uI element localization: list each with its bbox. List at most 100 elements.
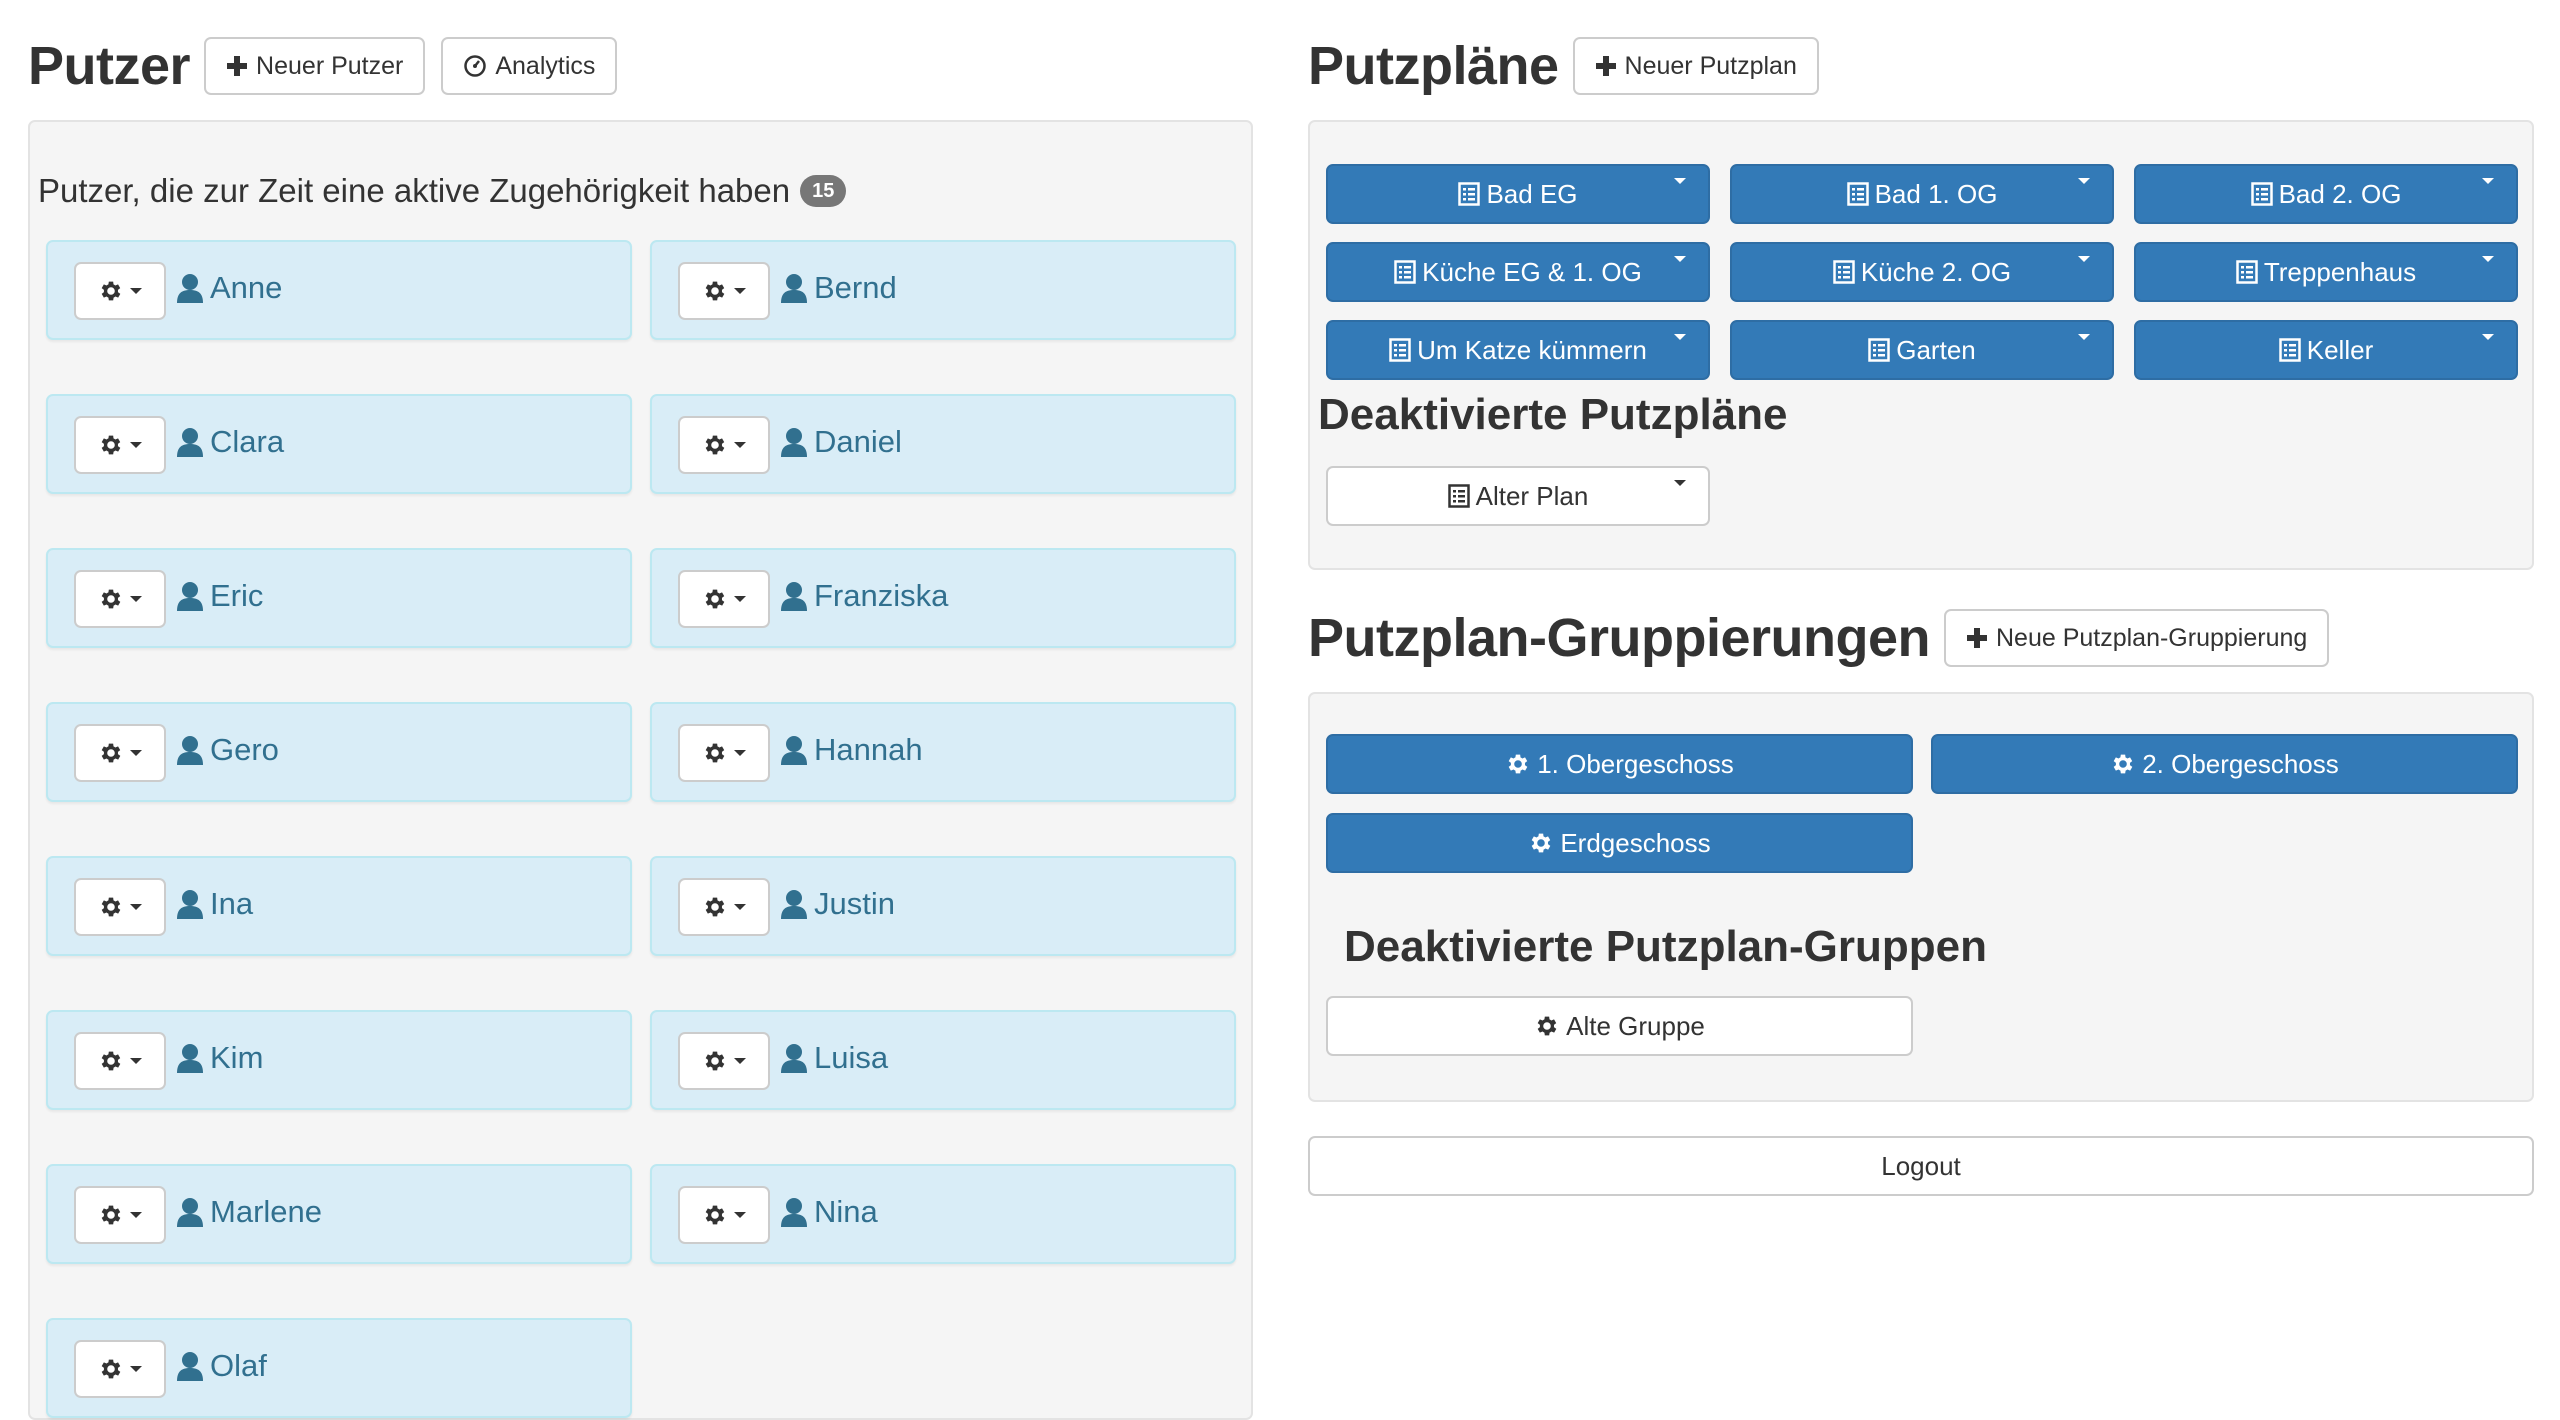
group-button-2-obergeschoss[interactable]: 2. Obergeschoss <box>1931 734 2518 794</box>
putzer-name: Bernd <box>814 270 897 305</box>
putzer-settings-dropdown[interactable] <box>678 570 770 628</box>
active-putzer-heading-text: Putzer, die zur Zeit eine aktive Zugehör… <box>38 172 791 209</box>
user-icon <box>780 1043 808 1073</box>
putzer-name-link[interactable]: Olaf <box>176 1348 267 1384</box>
user-icon <box>780 889 808 919</box>
putzer-settings-dropdown[interactable] <box>74 878 166 936</box>
caret-down-icon <box>734 1058 746 1064</box>
putzer-settings-dropdown[interactable] <box>678 1186 770 1244</box>
gear-icon <box>98 278 124 304</box>
group-label: 2. Obergeschoss <box>2142 748 2339 779</box>
gear-icon <box>98 1356 124 1382</box>
deactivated-plan-alter-plan[interactable]: Alter Plan <box>1326 466 1710 526</box>
caret-down-icon <box>734 904 746 910</box>
list-alt-icon <box>1846 182 1869 206</box>
plan-button-küche-2-og[interactable]: Küche 2. OG <box>1730 242 2114 302</box>
putzer-settings-dropdown[interactable] <box>678 1032 770 1090</box>
group-label: Alte Gruppe <box>1566 1010 1705 1041</box>
analytics-button[interactable]: Analytics <box>441 37 618 95</box>
caret-down-icon <box>734 288 746 294</box>
plan-button-keller[interactable]: Keller <box>2134 320 2518 380</box>
putzer-settings-dropdown[interactable] <box>74 1032 166 1090</box>
plan-label: Bad EG <box>1486 178 1578 209</box>
plan-button-um-katze-kümmern[interactable]: Um Katze kümmern <box>1326 320 1710 380</box>
putzer-settings-dropdown[interactable] <box>678 262 770 320</box>
new-putzer-button[interactable]: Neuer Putzer <box>204 37 426 95</box>
gear-icon <box>702 278 728 304</box>
plan-button-garten[interactable]: Garten <box>1730 320 2114 380</box>
caret-down-icon <box>130 750 142 756</box>
putzer-name-link[interactable]: Franziska <box>780 578 948 614</box>
deactivated-groups-heading: Deaktivierte Putzplan-Gruppen <box>1344 922 1988 971</box>
putzer-name-link[interactable]: Daniel <box>780 424 902 460</box>
putzer-name-link[interactable]: Nina <box>780 1194 878 1230</box>
putzer-name-link[interactable]: Anne <box>176 270 282 306</box>
putzer-settings-dropdown[interactable] <box>74 724 166 782</box>
deactivated-group-alte-gruppe[interactable]: Alte Gruppe <box>1326 996 1913 1056</box>
user-icon <box>780 427 808 457</box>
caret-down-icon[interactable] <box>1674 256 1686 262</box>
putzer-settings-dropdown[interactable] <box>678 416 770 474</box>
putzer-settings-dropdown[interactable] <box>74 1186 166 1244</box>
gear-icon <box>1534 1013 1560 1039</box>
putzer-name: Gero <box>210 732 279 767</box>
gruppierungen-header: Putzplan-Gruppierungen Neue Putzplan-Gru… <box>1308 608 2345 668</box>
group-button-1-obergeschoss[interactable]: 1. Obergeschoss <box>1326 734 1913 794</box>
new-gruppierung-button[interactable]: Neue Putzplan-Gruppierung <box>1943 609 2330 667</box>
plan-label: Keller <box>2306 334 2374 365</box>
putzer-name-link[interactable]: Eric <box>176 578 263 614</box>
caret-down-icon[interactable] <box>1674 480 1686 486</box>
caret-down-icon[interactable] <box>2078 334 2090 340</box>
list-alt-icon <box>1394 260 1416 284</box>
putzer-card-daniel: Daniel <box>650 394 1236 494</box>
gear-icon <box>98 740 124 766</box>
putzer-name-link[interactable]: Bernd <box>780 270 897 306</box>
putzer-settings-dropdown[interactable] <box>74 1340 166 1398</box>
putzer-name-link[interactable]: Kim <box>176 1040 263 1076</box>
putzer-settings-dropdown[interactable] <box>74 570 166 628</box>
new-putzplan-button[interactable]: Neuer Putzplan <box>1572 37 1819 95</box>
plan-button-bad-1-og[interactable]: Bad 1. OG <box>1730 164 2114 224</box>
caret-down-icon[interactable] <box>1674 334 1686 340</box>
caret-down-icon[interactable] <box>1674 178 1686 184</box>
analytics-label: Analytics <box>495 51 596 80</box>
putzer-name: Olaf <box>210 1348 267 1383</box>
logout-button[interactable]: Logout <box>1308 1136 2534 1196</box>
caret-down-icon[interactable] <box>2078 178 2090 184</box>
caret-down-icon[interactable] <box>2482 178 2494 184</box>
putzer-name: Anne <box>210 270 283 305</box>
gear-icon <box>702 432 728 458</box>
caret-down-icon[interactable] <box>2482 256 2494 262</box>
plan-button-bad-eg[interactable]: Bad EG <box>1326 164 1710 224</box>
putzer-settings-dropdown[interactable] <box>678 878 770 936</box>
putzer-well: Putzer, die zur Zeit eine aktive Zugehör… <box>28 120 1253 1420</box>
putzer-name-link[interactable]: Ina <box>176 886 253 922</box>
putzer-settings-dropdown[interactable] <box>74 416 166 474</box>
group-button-erdgeschoss[interactable]: Erdgeschoss <box>1326 813 1913 873</box>
putzer-name-link[interactable]: Marlene <box>176 1194 322 1230</box>
gear-icon <box>702 1048 728 1074</box>
putzer-card-gero: Gero <box>46 702 632 802</box>
putzer-name-link[interactable]: Luisa <box>780 1040 888 1076</box>
putzer-settings-dropdown[interactable] <box>74 262 166 320</box>
putzer-name-link[interactable]: Justin <box>780 886 895 922</box>
putzer-name: Kim <box>210 1040 264 1075</box>
gear-icon <box>98 1202 124 1228</box>
putzer-settings-dropdown[interactable] <box>678 724 770 782</box>
putzer-card-nina: Nina <box>650 1164 1236 1264</box>
caret-down-icon[interactable] <box>2078 256 2090 262</box>
putzer-name-link[interactable]: Gero <box>176 732 279 768</box>
list-alt-icon <box>1458 182 1481 206</box>
caret-down-icon[interactable] <box>2482 334 2494 340</box>
putzer-name-link[interactable]: Clara <box>176 424 284 460</box>
new-gruppierung-label: Neue Putzplan-Gruppierung <box>1995 623 2308 652</box>
plan-button-treppenhaus[interactable]: Treppenhaus <box>2134 242 2518 302</box>
plan-button-bad-2-og[interactable]: Bad 2. OG <box>2134 164 2518 224</box>
gear-icon <box>98 1048 124 1074</box>
user-icon <box>176 889 204 919</box>
plan-button-küche-eg-1-og[interactable]: Küche EG & 1. OG <box>1326 242 1710 302</box>
putzplaene-title: Putzpläne <box>1308 36 1559 96</box>
putzer-name: Luisa <box>814 1040 889 1075</box>
putzer-name: Marlene <box>210 1194 322 1229</box>
putzer-name-link[interactable]: Hannah <box>780 732 923 768</box>
